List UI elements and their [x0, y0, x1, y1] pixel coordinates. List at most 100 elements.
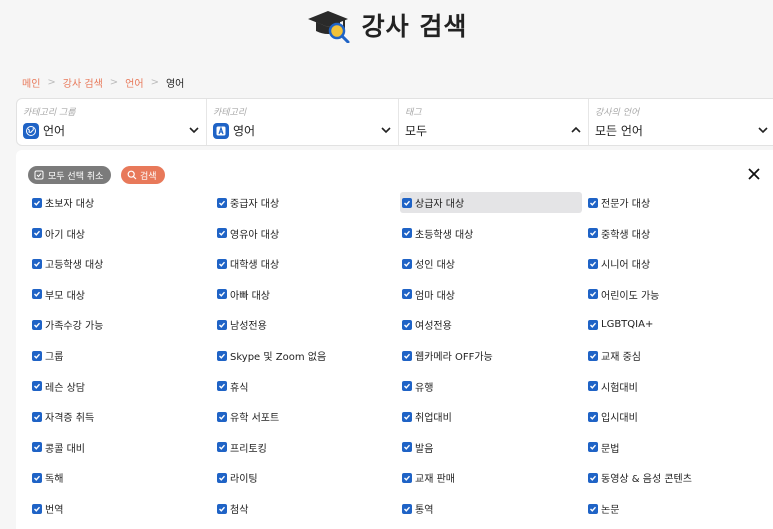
checkbox-checked-icon[interactable]: [217, 319, 227, 330]
checkbox-checked-icon[interactable]: [217, 350, 227, 361]
tag-checkbox-item[interactable]: 교재 판매: [402, 467, 584, 488]
tag-checkbox-item[interactable]: 문법: [588, 437, 770, 458]
checkbox-checked-icon[interactable]: [402, 350, 412, 361]
checkbox-checked-icon[interactable]: [402, 472, 412, 483]
tag-select[interactable]: 태그 모두: [399, 99, 589, 145]
tag-checkbox-item[interactable]: 엄마 대상: [402, 284, 584, 305]
checkbox-checked-icon[interactable]: [217, 381, 227, 392]
checkbox-checked-icon[interactable]: [32, 258, 42, 269]
tag-checkbox-item[interactable]: 중학생 대상: [588, 223, 770, 244]
checkbox-checked-icon[interactable]: [217, 197, 227, 208]
tag-checkbox-item[interactable]: 유행: [402, 376, 584, 397]
breadcrumb-language[interactable]: 언어: [125, 75, 143, 90]
tag-checkbox-item[interactable]: 영유아 대상: [217, 223, 399, 244]
checkbox-checked-icon[interactable]: [588, 411, 598, 422]
tag-checkbox-item[interactable]: 유학 서포트: [217, 406, 399, 427]
checkbox-checked-icon[interactable]: [217, 442, 227, 453]
checkbox-checked-icon[interactable]: [32, 197, 42, 208]
checkbox-checked-icon[interactable]: [217, 472, 227, 483]
checkbox-checked-icon[interactable]: [588, 350, 598, 361]
tag-checkbox-item[interactable]: Skype 및 Zoom 없음: [217, 345, 399, 366]
tag-checkbox-item[interactable]: 아기 대상: [32, 223, 214, 244]
checkbox-checked-icon[interactable]: [217, 503, 227, 514]
checkbox-checked-icon[interactable]: [588, 472, 598, 483]
tag-checkbox-item[interactable]: LGBTQIA+: [588, 314, 770, 335]
checkbox-checked-icon[interactable]: [402, 503, 412, 514]
checkbox-checked-icon[interactable]: [32, 442, 42, 453]
tag-checkbox-item[interactable]: 웹카메라 OFF가능: [402, 345, 584, 366]
breadcrumb-home[interactable]: 메인: [22, 75, 40, 90]
checkbox-checked-icon[interactable]: [32, 289, 42, 300]
checkbox-checked-icon[interactable]: [32, 228, 42, 239]
checkbox-checked-icon[interactable]: [588, 319, 598, 330]
tag-label: 성인 대상: [415, 260, 455, 272]
checkbox-checked-icon[interactable]: [588, 228, 598, 239]
checkbox-checked-icon[interactable]: [32, 319, 42, 330]
tutor-language-select[interactable]: 강사의 언어 모든 언어: [589, 99, 773, 145]
category-select[interactable]: 카테고리 영어: [207, 99, 399, 145]
tag-checkbox-item[interactable]: 첨삭: [217, 498, 399, 519]
checkbox-checked-icon[interactable]: [217, 289, 227, 300]
tag-checkbox-item[interactable]: 초등학생 대상: [402, 223, 584, 244]
tag-checkbox-item[interactable]: 그룹: [32, 345, 214, 366]
tag-checkbox-item[interactable]: 통역: [402, 498, 584, 519]
tag-checkbox-item[interactable]: 라이팅: [217, 467, 399, 488]
checkbox-checked-icon[interactable]: [402, 289, 412, 300]
checkbox-checked-icon[interactable]: [588, 258, 598, 269]
tag-checkbox-item[interactable]: 어린이도 가능: [588, 284, 770, 305]
checkbox-checked-icon[interactable]: [402, 411, 412, 422]
filter-label: 강사의 언어: [595, 108, 640, 118]
checkbox-checked-icon[interactable]: [32, 411, 42, 422]
tag-checkbox-item[interactable]: 독해: [32, 467, 214, 488]
tag-checkbox-item[interactable]: 성인 대상: [402, 253, 584, 274]
tag-checkbox-item[interactable]: 콩콜 대비: [32, 437, 214, 458]
checkbox-checked-icon[interactable]: [217, 228, 227, 239]
close-icon[interactable]: [747, 167, 761, 181]
tag-checkbox-item[interactable]: 입시대비: [588, 406, 770, 427]
deselect-all-button[interactable]: 모두 선택 취소: [28, 166, 112, 184]
search-button[interactable]: 검색: [121, 166, 165, 184]
tag-checkbox-item[interactable]: 중급자 대상: [217, 192, 399, 213]
checkbox-checked-icon[interactable]: [402, 381, 412, 392]
checkbox-checked-icon[interactable]: [588, 197, 598, 208]
checkbox-checked-icon[interactable]: [402, 258, 412, 269]
checkbox-checked-icon[interactable]: [32, 503, 42, 514]
checkbox-checked-icon[interactable]: [402, 228, 412, 239]
tag-checkbox-item[interactable]: 발음: [402, 437, 584, 458]
checkbox-checked-icon[interactable]: [588, 289, 598, 300]
tag-checkbox-item[interactable]: 여성전용: [402, 314, 584, 335]
tag-checkbox-item[interactable]: 동영상 & 음성 콘텐츠: [588, 467, 770, 488]
tag-checkbox-item[interactable]: 자격증 취득: [32, 406, 214, 427]
checkbox-checked-icon[interactable]: [32, 381, 42, 392]
tag-checkbox-item[interactable]: 취업대비: [402, 406, 584, 427]
tag-checkbox-item[interactable]: 교재 중심: [588, 345, 770, 366]
tag-checkbox-item[interactable]: 시험대비: [588, 376, 770, 397]
checkbox-checked-icon[interactable]: [402, 197, 412, 208]
checkbox-checked-icon[interactable]: [217, 411, 227, 422]
checkbox-checked-icon[interactable]: [588, 381, 598, 392]
tag-checkbox-item[interactable]: 레슨 상담: [32, 376, 214, 397]
tag-checkbox-item[interactable]: 부모 대상: [32, 284, 214, 305]
breadcrumb-tutor-search[interactable]: 강사 검색: [63, 75, 103, 90]
tag-checkbox-item[interactable]: 상급자 대상: [400, 192, 582, 213]
tag-checkbox-item[interactable]: 번역: [32, 498, 214, 519]
tag-checkbox-item[interactable]: 논문: [588, 498, 770, 519]
checkbox-checked-icon[interactable]: [32, 350, 42, 361]
tag-checkbox-item[interactable]: 고등학생 대상: [32, 253, 214, 274]
checkbox-checked-icon[interactable]: [588, 503, 598, 514]
category-group-select[interactable]: 카테고리 그룹 언어: [17, 99, 207, 145]
tag-checkbox-item[interactable]: 시니어 대상: [588, 253, 770, 274]
tag-checkbox-item[interactable]: 프리토킹: [217, 437, 399, 458]
checkbox-checked-icon[interactable]: [217, 258, 227, 269]
tag-checkbox-item[interactable]: 대학생 대상: [217, 253, 399, 274]
tag-checkbox-item[interactable]: 초보자 대상: [32, 192, 214, 213]
checkbox-checked-icon[interactable]: [588, 442, 598, 453]
tag-checkbox-item[interactable]: 가족수강 가능: [32, 314, 214, 335]
tag-checkbox-item[interactable]: 전문가 대상: [588, 192, 770, 213]
checkbox-checked-icon[interactable]: [32, 472, 42, 483]
checkbox-checked-icon[interactable]: [402, 442, 412, 453]
tag-checkbox-item[interactable]: 휴식: [217, 376, 399, 397]
checkbox-checked-icon[interactable]: [402, 319, 412, 330]
tag-checkbox-item[interactable]: 아빠 대상: [217, 284, 399, 305]
tag-checkbox-item[interactable]: 남성전용: [217, 314, 399, 335]
